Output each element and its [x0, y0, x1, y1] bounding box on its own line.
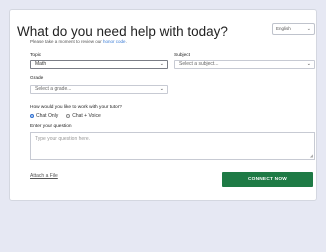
- subject-label: Subject: [174, 53, 190, 58]
- radio-chat-only[interactable]: Chat Only: [30, 113, 58, 119]
- mode-question: How would you like to work with your tut…: [30, 105, 122, 110]
- grade-placeholder: Select a grade...: [35, 86, 72, 92]
- topic-value: Math: [35, 61, 47, 67]
- question-label: Enter your question: [30, 124, 72, 129]
- chevron-down-icon: ⌄: [159, 86, 164, 92]
- topic-label: Topic: [30, 53, 42, 58]
- connect-now-button[interactable]: CONNECT NOW: [222, 172, 313, 187]
- chevron-down-icon: ⌄: [159, 61, 164, 67]
- subtitle-text: Please take a moment to review our: [30, 39, 104, 44]
- chevron-down-icon: ⌄: [306, 61, 311, 67]
- page-title: What do you need help with today?: [17, 24, 228, 39]
- radio-unselected-icon: [66, 114, 71, 118]
- language-select[interactable]: English ⌄: [272, 23, 315, 35]
- radio-selected-icon: [30, 114, 34, 118]
- radio-label: Chat Only: [36, 113, 59, 119]
- subject-placeholder: Select a subject...: [179, 61, 219, 67]
- language-value: English: [276, 26, 291, 31]
- subtitle-end: .: [125, 39, 127, 44]
- radio-chat-voice[interactable]: Chat + Voice: [66, 113, 101, 119]
- chevron-down-icon: ⌄: [306, 26, 311, 32]
- resize-handle-icon[interactable]: ◢: [310, 153, 313, 158]
- grade-label: Grade: [30, 76, 44, 81]
- question-placeholder: Type your question here.: [35, 136, 91, 142]
- radio-label: Chat + Voice: [72, 113, 101, 119]
- subtitle: Please take a moment to review our honor…: [30, 39, 127, 44]
- subject-select[interactable]: Select a subject... ⌄: [174, 60, 315, 69]
- grade-select[interactable]: Select a grade... ⌄: [30, 85, 168, 94]
- attach-file-link[interactable]: Attach a File: [30, 173, 58, 179]
- mode-radio-group: Chat Only Chat + Voice: [30, 113, 109, 119]
- question-textarea[interactable]: Type your question here. ◢: [30, 132, 315, 160]
- topic-select[interactable]: Math ⌄: [30, 60, 168, 69]
- honor-code-link[interactable]: honor code: [103, 39, 126, 44]
